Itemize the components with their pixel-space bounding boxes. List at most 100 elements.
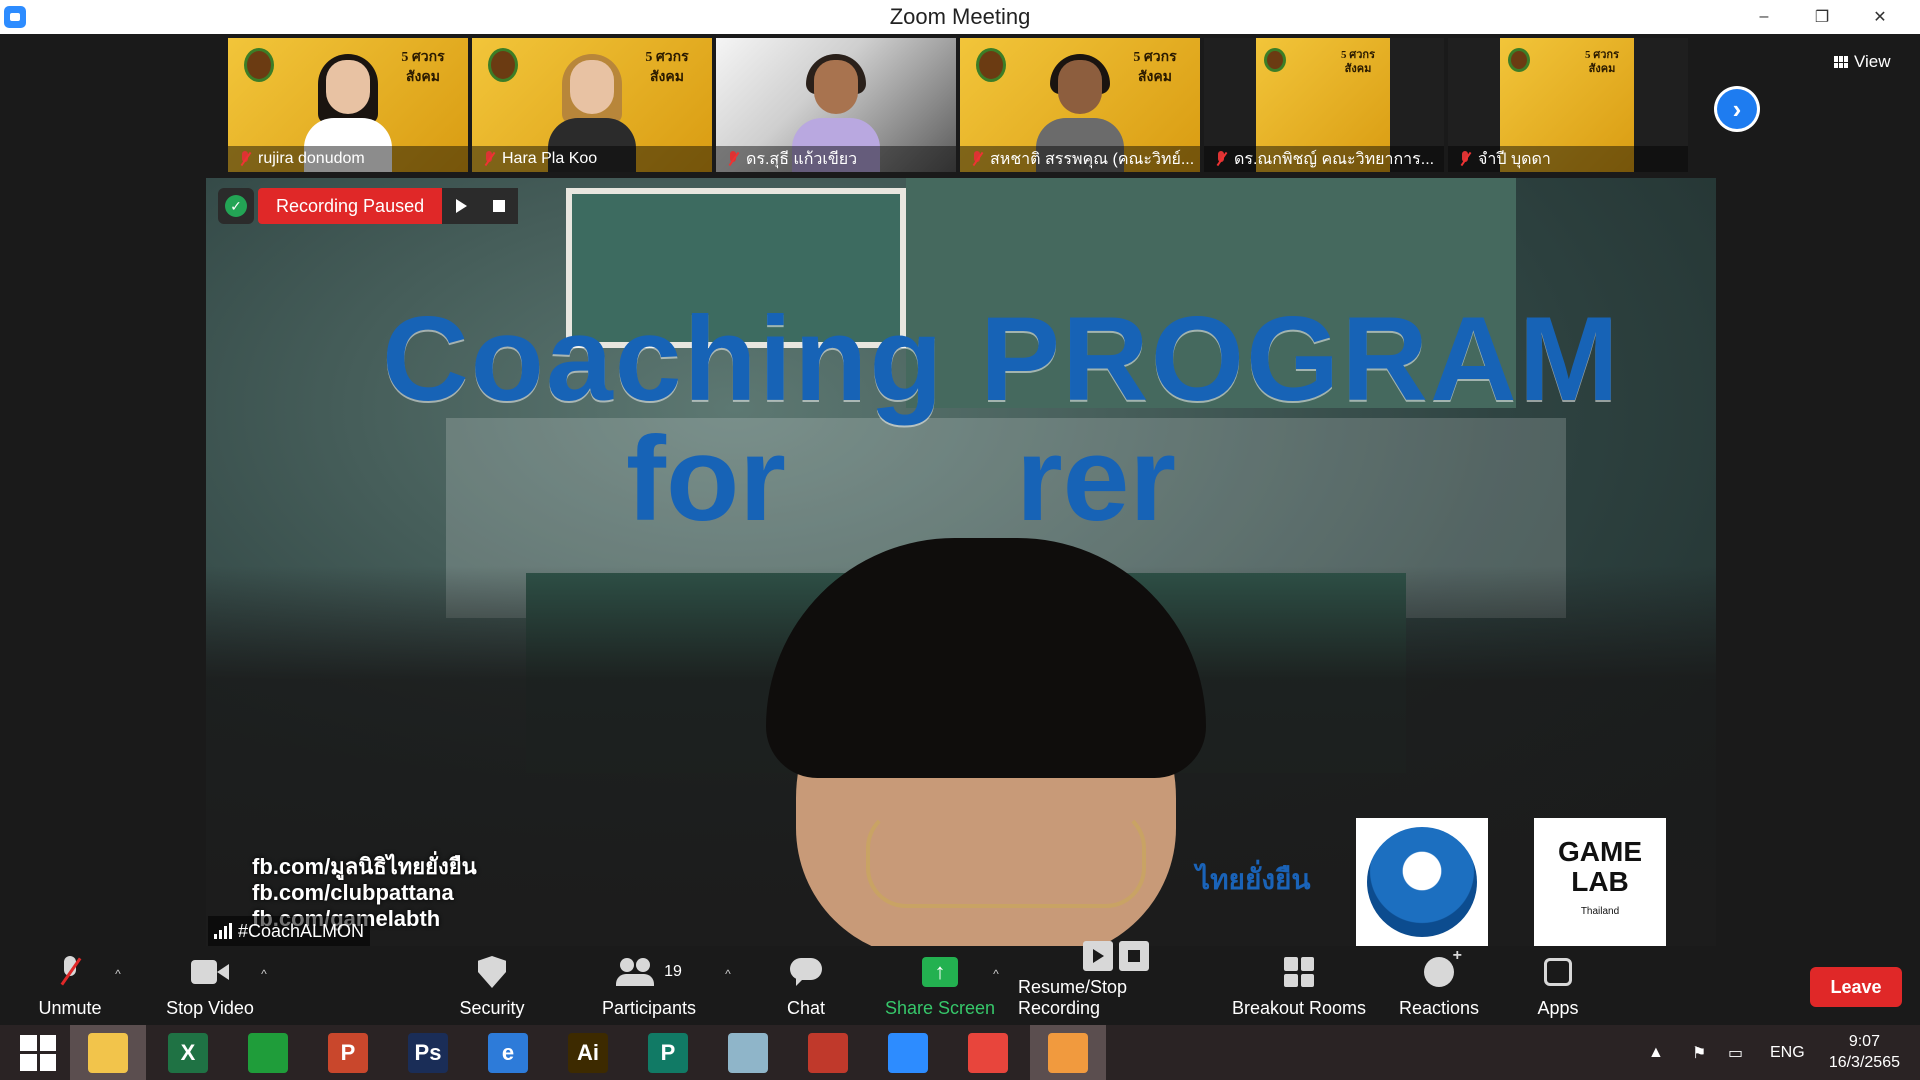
muted-mic-icon-wrap	[59, 952, 81, 992]
chat-icon-wrap	[790, 952, 822, 992]
tray-overflow-button[interactable]: ▲	[1648, 1025, 1664, 1080]
taskbar-app-powerpoint[interactable]: P	[310, 1025, 386, 1080]
apps-button[interactable]: Apps	[1530, 947, 1586, 1025]
muted-mic-icon	[1214, 151, 1228, 167]
recording-label: Resume/Stop Recording	[1018, 977, 1128, 1018]
stop-icon	[493, 200, 506, 212]
action-center-flag-icon[interactable]: ⚑	[1692, 1025, 1706, 1080]
participant-namebar: Hara Pla Koo	[472, 146, 712, 172]
participants-options-caret[interactable]: ^	[718, 947, 738, 1025]
apps-icon	[1544, 958, 1572, 986]
university-seal-icon	[1508, 48, 1530, 72]
play-icon	[1083, 941, 1113, 971]
taskbar-app-internet-explorer[interactable]: e	[470, 1025, 546, 1080]
participant-tile[interactable]: 5 ศวกร สังคม สหชาติ สรรพคุณ (คณะวิทย์...	[960, 38, 1200, 172]
taskbar-app-chrome[interactable]	[950, 1025, 1026, 1080]
share-options-caret[interactable]: ^	[986, 947, 1006, 1025]
reactions-button[interactable]: Reactions	[1398, 947, 1480, 1025]
taskbar-app-image-viewer[interactable]	[1030, 1025, 1106, 1080]
participant-tile[interactable]: 5 ศวกร สังคม จำปี บุดดา	[1448, 38, 1688, 172]
minimize-button[interactable]: –	[1736, 0, 1792, 34]
tile-banner: 5 ศวกร สังคม	[645, 50, 689, 85]
internet-explorer-icon: e	[488, 1032, 528, 1073]
participant-tile[interactable]: 5 ศวกร สังคม rujira donudom	[228, 38, 468, 172]
clock-date: 16/3/2565	[1828, 1054, 1900, 1071]
participant-name: Hara Pla Koo	[502, 150, 598, 167]
share-screen-button[interactable]: ↑ Share Screen	[880, 947, 1000, 1025]
caret-up-icon: ^	[725, 967, 731, 981]
video-options-caret[interactable]: ^	[254, 947, 274, 1025]
background-title-line1: Coaching PROGRAM	[382, 292, 1621, 426]
maximize-button[interactable]: ❐	[1794, 0, 1850, 34]
active-speaker-video[interactable]: Coaching PROGRAM for rer fb.com/มูลนิธิไท…	[206, 178, 1716, 946]
recording-icon-wrap	[1083, 941, 1149, 971]
reactions-icon	[1424, 947, 1462, 987]
zoom-app-icon	[4, 6, 26, 28]
title-word-for: for	[626, 412, 786, 546]
university-seal-icon	[1264, 48, 1286, 72]
university-seal-icon	[244, 48, 274, 82]
participant-tile[interactable]: 5 ศวกร สังคม ดร.ณกพิชญ์ คณะวิทยาการ...	[1204, 38, 1444, 172]
store-icon	[248, 1032, 288, 1073]
chat-bubble-logo-icon	[1367, 827, 1477, 937]
leave-button[interactable]: Leave	[1810, 967, 1902, 1007]
play-icon	[455, 199, 467, 213]
recording-controls-icon	[1083, 941, 1149, 971]
resume-stop-recording-button[interactable]: Resume/Stop Recording	[1018, 941, 1214, 1025]
stop-video-button[interactable]: Stop Video	[160, 947, 260, 1025]
muted-mic-icon	[238, 151, 252, 167]
taskbar-app-file-explorer[interactable]	[70, 1025, 146, 1080]
shield-icon-wrap	[478, 952, 506, 992]
chat-icon	[790, 958, 822, 986]
security-button[interactable]: Security	[450, 947, 534, 1025]
stop-recording-button[interactable]	[480, 188, 519, 224]
recording-status: Recording Paused	[258, 188, 443, 224]
taskbar-app-zoom[interactable]	[870, 1025, 946, 1080]
participant-namebar: จำปี บุดดา	[1448, 146, 1688, 172]
resume-recording-button[interactable]	[442, 188, 481, 224]
participant-name: ดร.สุธี แก้วเขียว	[746, 150, 858, 168]
muted-mic-icon	[59, 956, 81, 988]
start-button[interactable]	[0, 1025, 76, 1080]
taskbar-app-notes[interactable]	[710, 1025, 786, 1080]
breakout-rooms-button[interactable]: Breakout Rooms	[1230, 947, 1368, 1025]
tile-banner: 5 ศวกร สังคม	[1341, 49, 1375, 75]
zoom-window: Zoom Meeting – ❐ ✕ 5 ศวกร สังคม rujira d…	[0, 0, 1920, 1080]
presenter-figure	[706, 538, 1266, 946]
participant-tile[interactable]: 5 ศวกร สังคม Hara Pla Koo	[472, 38, 712, 172]
taskbar-app-photoshop[interactable]: Ps	[390, 1025, 466, 1080]
share-screen-icon: ↑	[922, 957, 958, 987]
next-page-button[interactable]: ›	[1714, 86, 1760, 132]
network-icon[interactable]: ▭	[1728, 1025, 1743, 1080]
title-bar: Zoom Meeting – ❐ ✕	[0, 0, 1920, 34]
participant-name: ดร.ณกพิชญ์ คณะวิทยาการ...	[1234, 150, 1435, 168]
muted-mic-icon	[1458, 151, 1472, 167]
participant-tile[interactable]: ดร.สุธี แก้วเขียว	[716, 38, 956, 172]
language-indicator[interactable]: ENG	[1770, 1025, 1805, 1080]
taskbar-app-illustrator[interactable]: Ai	[550, 1025, 626, 1080]
breakout-rooms-icon	[1284, 957, 1314, 987]
unmute-button[interactable]: Unmute	[30, 947, 110, 1025]
speaker-name-label: #CoachALMON	[208, 916, 371, 946]
breakout-icon-wrap	[1284, 952, 1314, 992]
taskbar-app-store[interactable]	[230, 1025, 306, 1080]
clock-time: 9:07	[1848, 1033, 1880, 1050]
window-title: Zoom Meeting	[889, 4, 1031, 29]
participants-button[interactable]: 19 Participants	[596, 947, 702, 1025]
chat-button[interactable]: Chat	[776, 947, 836, 1025]
system-clock[interactable]: 9:07 16/3/2565	[1829, 1031, 1900, 1073]
close-button[interactable]: ✕	[1852, 0, 1908, 34]
taskbar-app-photoscape[interactable]	[790, 1025, 866, 1080]
participant-namebar: สหชาติ สรรพคุณ (คณะวิทย์...	[960, 146, 1200, 172]
participants-label: Participants	[601, 998, 697, 1018]
taskbar-app-publisher[interactable]: P	[630, 1025, 706, 1080]
taskbar-app-excel[interactable]: X	[150, 1025, 226, 1080]
muted-mic-icon	[726, 151, 740, 167]
audio-options-caret[interactable]: ^	[108, 947, 128, 1025]
recording-indicator: ✓ Recording Paused	[218, 188, 519, 224]
view-button[interactable]: View	[1826, 48, 1899, 76]
monitor-icon: ▭	[1728, 1044, 1744, 1062]
caret-up-icon: ^	[261, 967, 267, 981]
caret-up-icon: ^	[115, 967, 121, 981]
unmute-label: Unmute	[38, 998, 102, 1018]
